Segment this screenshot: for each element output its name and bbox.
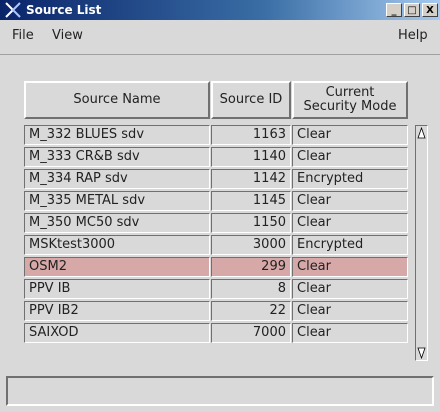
minimize-button[interactable]: _: [386, 3, 402, 17]
cell-source-name: SAIXOD: [24, 323, 210, 343]
window-title: Source List: [26, 3, 102, 17]
cell-security-mode: Clear: [292, 147, 408, 167]
menu-file[interactable]: File: [12, 28, 34, 43]
cell-security-mode: Clear: [292, 213, 408, 233]
cell-source-id: 1140: [211, 147, 291, 167]
cell-source-name: M_334 RAP sdv: [24, 169, 210, 189]
cell-source-name: M_332 BLUES sdv: [24, 125, 210, 145]
cell-security-mode: Clear: [292, 279, 408, 299]
cell-security-mode: Clear: [292, 191, 408, 211]
cell-source-name: MSKtest3000: [24, 235, 210, 255]
vertical-scrollbar[interactable]: [415, 125, 428, 361]
scroll-up-arrow-icon[interactable]: [417, 127, 426, 139]
app-icon: [5, 2, 21, 18]
cell-source-id: 22: [211, 301, 291, 321]
table-row[interactable]: M_350 MC50 sdv 1150 Clear: [24, 213, 408, 235]
source-list-table: Source Name Source ID Current Security M…: [20, 73, 412, 363]
cell-source-id: 3000: [211, 235, 291, 255]
column-header-source-id[interactable]: Source ID: [211, 81, 291, 119]
scroll-thumb[interactable]: [417, 140, 426, 335]
cell-source-id: 1145: [211, 191, 291, 211]
table-row[interactable]: OSM2 299 Clear: [24, 257, 408, 279]
title-bar[interactable]: Source List _ □ X: [0, 0, 440, 20]
table-row[interactable]: PPV IB 8 Clear: [24, 279, 408, 301]
menu-help[interactable]: Help: [398, 28, 428, 43]
cell-source-name: M_333 CR&B sdv: [24, 147, 210, 167]
menu-view[interactable]: View: [52, 28, 83, 43]
cell-security-mode: Clear: [292, 301, 408, 321]
cell-source-id: 299: [211, 257, 291, 277]
maximize-button[interactable]: □: [404, 3, 420, 17]
table-row[interactable]: M_335 METAL sdv 1145 Clear: [24, 191, 408, 213]
table-row[interactable]: SAIXOD 7000 Clear: [24, 323, 408, 345]
column-header-source-name[interactable]: Source Name: [24, 81, 210, 119]
status-bar: [6, 376, 434, 406]
cell-source-name: M_350 MC50 sdv: [24, 213, 210, 233]
table-row[interactable]: M_334 RAP sdv 1142 Encrypted: [24, 169, 408, 191]
cell-source-id: 7000: [211, 323, 291, 343]
scroll-down-arrow-icon[interactable]: [417, 347, 426, 359]
menu-bar: File View Help: [0, 20, 440, 55]
cell-source-id: 1150: [211, 213, 291, 233]
cell-source-name: M_335 METAL sdv: [24, 191, 210, 211]
cell-security-mode: Encrypted: [292, 235, 408, 255]
table-row[interactable]: M_332 BLUES sdv 1163 Clear: [24, 125, 408, 147]
cell-source-id: 1142: [211, 169, 291, 189]
cell-source-id: 1163: [211, 125, 291, 145]
cell-source-name: PPV IB2: [24, 301, 210, 321]
close-button[interactable]: X: [422, 3, 438, 17]
cell-security-mode: Clear: [292, 257, 408, 277]
table-row[interactable]: MSKtest3000 3000 Encrypted: [24, 235, 408, 257]
cell-source-id: 8: [211, 279, 291, 299]
cell-source-name: OSM2: [24, 257, 210, 277]
table-row[interactable]: PPV IB2 22 Clear: [24, 301, 408, 323]
column-header-security-mode[interactable]: Current Security Mode: [292, 81, 408, 119]
table-row[interactable]: M_333 CR&B sdv 1140 Clear: [24, 147, 408, 169]
cell-source-name: PPV IB: [24, 279, 210, 299]
cell-security-mode: Clear: [292, 323, 408, 343]
cell-security-mode: Encrypted: [292, 169, 408, 189]
cell-security-mode: Clear: [292, 125, 408, 145]
